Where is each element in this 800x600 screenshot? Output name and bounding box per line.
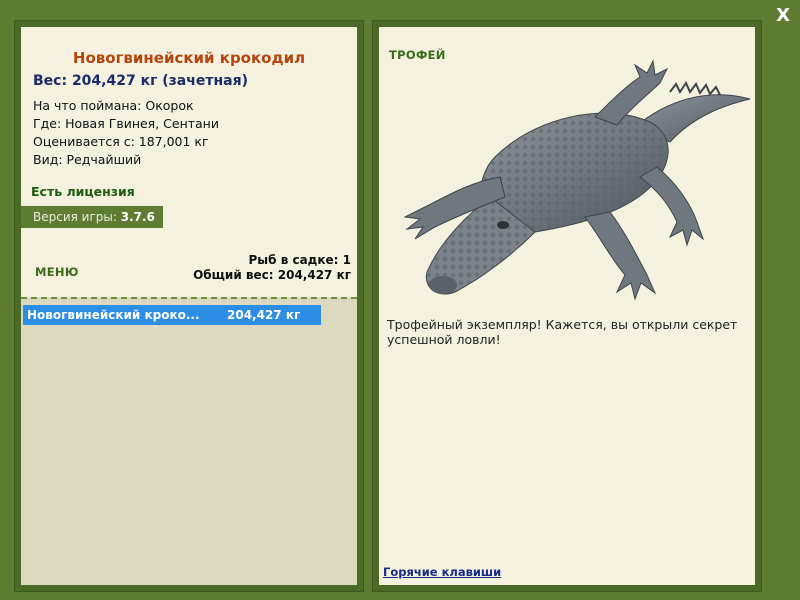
location-detail: Где: Новая Гвинея, Сентани [33,116,219,131]
fish-info-content: Новогвинейский крокодил Вес: 204,427 кг … [21,27,357,585]
fish-details: На что поймана: Окорок Где: Новая Гвинея… [33,97,219,169]
catch-list-row[interactable]: Новогвинейский кроко... 204,427 кг [23,305,321,325]
trophy-threshold-detail: Оценивается с: 187,001 кг [33,134,209,149]
trophy-label: ТРОФЕЙ [389,48,446,62]
catch-weight: 204,427 кг [227,308,301,322]
trophy-panel: ТРОФЕЙ Трофейный экземпляр! Кажется, вы … [372,20,762,592]
catch-list: Новогвинейский кроко... 204,427 кг [21,297,357,585]
trophy-content: ТРОФЕЙ Трофейный экземпляр! Кажется, вы … [379,27,755,585]
fish-weight: Вес: 204,427 кг (зачетная) [33,73,248,89]
fish-info-panel: Новогвинейский крокодил Вес: 204,427 кг … [14,20,364,592]
rarity-detail: Вид: Редчайший [33,152,142,167]
fish-title: Новогвинейский крокодил [72,49,306,67]
fish-count: Рыб в садке: 1 [248,253,352,267]
bait-detail: На что поймана: Окорок [33,98,194,113]
version-badge: Версия игры: 3.7.6 [21,206,163,228]
version-value: 3.7.6 [120,210,155,224]
total-weight: Общий вес: 204,427 кг [193,268,351,282]
catch-name: Новогвинейский кроко... [27,308,200,322]
license-status: Есть лицензия [31,184,135,199]
menu-button[interactable]: МЕНЮ [35,265,79,279]
net-stats: Рыб в садке: 1 Общий вес: 204,427 кг [193,253,351,283]
version-label: Версия игры: [33,210,121,224]
hotkeys-link[interactable]: Горячие клавиши [383,565,501,579]
trophy-description: Трофейный экземпляр! Кажется, вы открыли… [387,317,738,347]
crocodile-image [403,59,751,301]
close-button[interactable]: X [776,6,790,26]
